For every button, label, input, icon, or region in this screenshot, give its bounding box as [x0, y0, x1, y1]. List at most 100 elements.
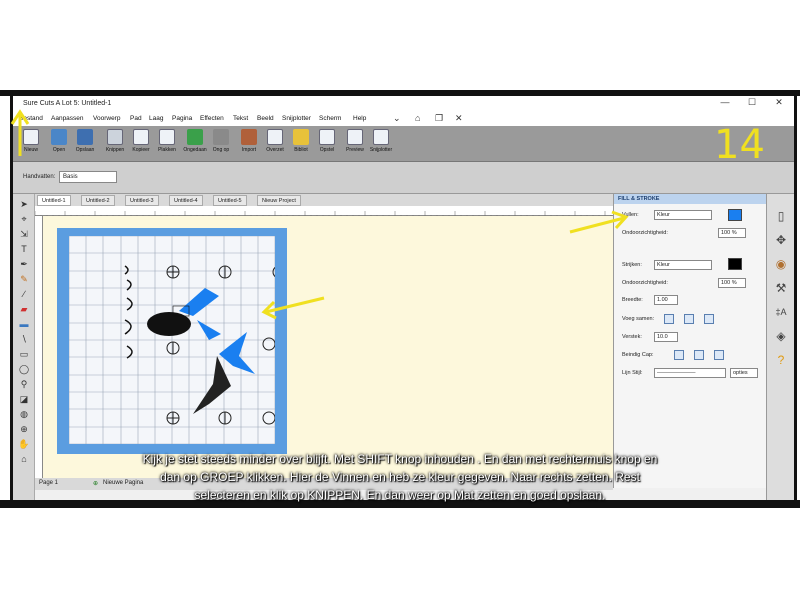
menu-tekst[interactable]: Tekst: [233, 115, 248, 122]
brush-tool-icon[interactable]: ∕: [17, 288, 31, 301]
eyedropper-tool-icon[interactable]: ⚲: [17, 378, 31, 391]
knife-tool-icon[interactable]: ▬: [17, 318, 31, 331]
fill-opacity-input[interactable]: 100 %: [718, 228, 746, 238]
help-icon[interactable]: ?: [773, 352, 789, 368]
eraser-icon[interactable]: ⌂: [415, 113, 420, 123]
stroke-color-swatch[interactable]: [728, 258, 742, 270]
menu-help[interactable]: Help: [353, 115, 366, 122]
rectangle-tool-icon[interactable]: ▭: [17, 348, 31, 361]
line-options-button[interactable]: opties: [730, 368, 758, 378]
pencil-tool-icon[interactable]: ✎: [17, 273, 31, 286]
ellipse-tool-icon[interactable]: ◯: [17, 363, 31, 376]
cutting-mat: [57, 228, 287, 454]
menu-pagina[interactable]: Pagina: [172, 115, 192, 122]
palette-icon[interactable]: ◉: [773, 256, 789, 272]
move-icon[interactable]: ✥: [773, 232, 789, 248]
redo-button[interactable]: Ong op: [207, 128, 235, 160]
tab-untitled-2[interactable]: Untitled-2: [81, 195, 115, 206]
menu-aanpassen[interactable]: Aanpassen: [51, 115, 84, 122]
pen-icon[interactable]: ⌄: [393, 113, 401, 124]
trace-button[interactable]: Overzet: [261, 128, 289, 160]
tab-untitled-5[interactable]: Untitled-5: [213, 195, 247, 206]
preview-button[interactable]: Preview: [341, 128, 369, 160]
cap-round-button[interactable]: [694, 350, 704, 360]
cap-butt-button[interactable]: [674, 350, 684, 360]
weld-tool-icon[interactable]: ◍: [17, 408, 31, 421]
close-button[interactable]: ✕: [767, 97, 791, 111]
spacing-input[interactable]: 10.0: [654, 332, 678, 342]
window-title: Sure Cuts A Lot 5: Untitled-1: [23, 100, 112, 107]
select-tool-icon[interactable]: ➤: [17, 198, 31, 211]
wrench-icon[interactable]: ⚒: [773, 280, 789, 296]
layout-label: Opstel: [319, 147, 335, 153]
undo-button[interactable]: Ongedaan: [181, 128, 209, 160]
trace-icon: [267, 129, 283, 145]
close-doc-icon[interactable]: ✕: [455, 113, 463, 124]
stroke-opacity-input[interactable]: 100 %: [718, 278, 746, 288]
menu-laag[interactable]: Laag: [149, 115, 163, 122]
tab-untitled-1[interactable]: Untitled-1: [37, 195, 71, 206]
fill-tool-icon[interactable]: ◪: [17, 393, 31, 406]
import-button[interactable]: Import: [235, 128, 263, 160]
menu-scherm[interactable]: Scherm: [319, 115, 341, 122]
document-icon[interactable]: ▯: [773, 208, 789, 224]
handles-label: Handvatten:: [23, 174, 56, 180]
text-size-icon[interactable]: ‡A: [773, 304, 789, 320]
zoom-tool-icon[interactable]: ⊕: [17, 423, 31, 436]
layout-button[interactable]: Opstel: [313, 128, 341, 160]
subtitle: Kijk je stet steeds minder over blijft. …: [40, 450, 760, 504]
layers-icon[interactable]: ◈: [773, 328, 789, 344]
fill-type-select[interactable]: Kleur: [654, 210, 712, 220]
menu-effecten[interactable]: Effecten: [200, 115, 224, 122]
step-number: 14: [714, 122, 765, 168]
text-tool-icon[interactable]: T: [17, 243, 31, 256]
handles-select[interactable]: Basis: [59, 171, 117, 183]
tab-untitled-4[interactable]: Untitled-4: [169, 195, 203, 206]
width-input[interactable]: 1.00: [654, 295, 678, 305]
tab-new-project[interactable]: Nieuw Project: [257, 195, 301, 206]
restore-icon[interactable]: ❐: [435, 113, 443, 124]
menu-voorwerp[interactable]: Voorwerp: [93, 115, 120, 122]
fill-color-swatch[interactable]: [728, 209, 742, 221]
handles-bar: Handvatten: Basis: [13, 162, 794, 194]
subtitle-line-3: selecteren en klik op KNIPPEN. En dan we…: [194, 488, 606, 502]
join-round-button[interactable]: [684, 314, 694, 324]
line-style-select[interactable]: ———————: [654, 368, 726, 378]
maximize-button[interactable]: ☐: [740, 97, 764, 111]
tab-untitled-3[interactable]: Untitled-3: [125, 195, 159, 206]
design-canvas[interactable]: [43, 216, 613, 478]
join-bevel-button[interactable]: [704, 314, 714, 324]
stroke-label: Strijken:: [622, 262, 642, 268]
copy-button[interactable]: Kopieer: [127, 128, 155, 160]
transform-tool-icon[interactable]: ⇲: [17, 228, 31, 241]
copy-label: Kopieer: [132, 147, 150, 153]
cap-square-button[interactable]: [714, 350, 724, 360]
menu-bar: Bestand Aanpassen Voorwerp Pad Laag Pagi…: [13, 112, 794, 126]
paste-button[interactable]: Plakken: [153, 128, 181, 160]
cut-button[interactable]: Knippen: [101, 128, 129, 160]
line-style-label: Lijn Stijl:: [622, 370, 643, 376]
document-tabs: Untitled-1 Untitled-2 Untitled-3 Untitle…: [35, 194, 613, 206]
menu-snijplotter[interactable]: Snijplotter: [282, 115, 311, 122]
pen-tool-icon[interactable]: ✒: [17, 258, 31, 271]
join-miter-button[interactable]: [664, 314, 674, 324]
cutter-button[interactable]: Snijplotter: [367, 128, 395, 160]
import-icon: [241, 129, 257, 145]
save-button[interactable]: Opslaan: [71, 128, 99, 160]
home-tool-icon[interactable]: ⌂: [17, 453, 31, 466]
menu-beeld[interactable]: Beeld: [257, 115, 274, 122]
minimize-button[interactable]: —: [713, 97, 737, 111]
menu-pad[interactable]: Pad: [130, 115, 142, 122]
annotation-arrow-menu-icon: [10, 109, 30, 156]
stroke-type-select[interactable]: Kleur: [654, 260, 712, 270]
node-tool-icon[interactable]: ⌖: [17, 213, 31, 226]
hand-tool-icon[interactable]: ✋: [17, 438, 31, 451]
preview-label: Preview: [346, 147, 364, 153]
undo-icon: [187, 129, 203, 145]
open-button[interactable]: Open: [45, 128, 73, 160]
line-tool-icon[interactable]: ∖: [17, 333, 31, 346]
eraser-tool-icon[interactable]: ▰: [17, 303, 31, 316]
library-button[interactable]: Bibliot: [287, 128, 315, 160]
fill-stroke-header: FILL & STROKE: [614, 194, 766, 204]
open-label: Open: [52, 147, 66, 153]
